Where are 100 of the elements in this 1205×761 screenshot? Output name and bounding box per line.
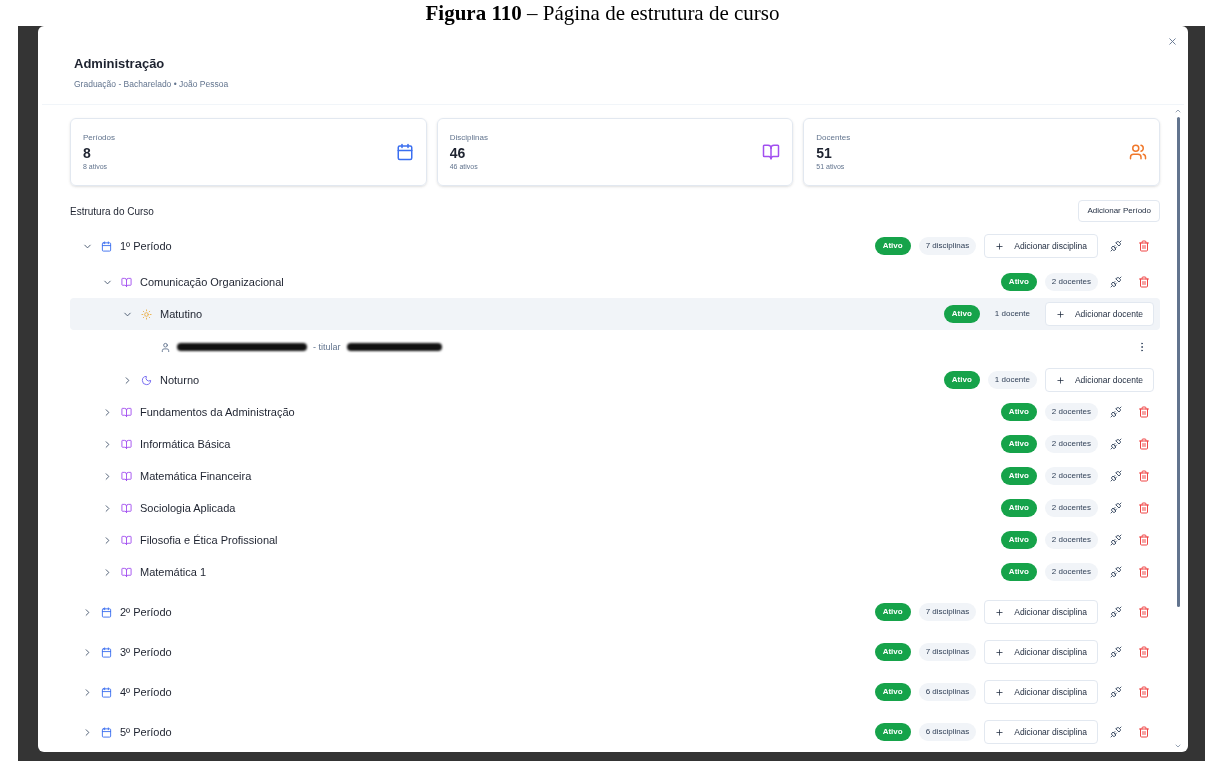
plug-icon bbox=[1110, 566, 1122, 579]
add-button[interactable]: Adicionar docente bbox=[1044, 302, 1154, 327]
book-icon bbox=[121, 566, 132, 578]
status-badge: Ativo bbox=[874, 723, 911, 742]
modal-subtitle: Graduação - Bacharelado • João Pessoa bbox=[74, 77, 230, 91]
status-badge: Ativo bbox=[1000, 563, 1037, 582]
status-badge: Ativo bbox=[1000, 499, 1037, 518]
plus-icon bbox=[1055, 309, 1065, 319]
figure-caption: Figura 110 – Página de estrutura de curso bbox=[425, 0, 780, 26]
status-badge: Ativo bbox=[874, 683, 911, 702]
plus-icon bbox=[1055, 375, 1065, 385]
trash-icon bbox=[1138, 686, 1150, 699]
section-title: Estrutura do Curso bbox=[70, 204, 154, 219]
plug-icon bbox=[1110, 606, 1122, 619]
book-icon bbox=[121, 276, 132, 288]
add-button[interactable]: Adicionar disciplina bbox=[984, 680, 1098, 705]
plug-icon bbox=[1110, 502, 1122, 515]
calendar-icon bbox=[101, 240, 112, 252]
count-badge: 2 docentes bbox=[1044, 273, 1098, 292]
count-badge: 6 disciplinas bbox=[918, 723, 977, 742]
calendar-icon bbox=[101, 646, 112, 658]
tree-item-label[interactable]: Matemática Financeira bbox=[140, 468, 252, 485]
plug-icon bbox=[1110, 470, 1122, 483]
tree-item-label[interactable]: 2º Período bbox=[120, 604, 172, 621]
stat-label: Docentes bbox=[816, 132, 851, 144]
close-button[interactable] bbox=[1167, 36, 1178, 47]
calendar-icon bbox=[395, 143, 414, 162]
status-badge: Ativo bbox=[943, 305, 980, 324]
count-badge: 7 disciplinas bbox=[918, 603, 977, 622]
modal-title: Administração bbox=[74, 55, 166, 73]
plug-icon bbox=[1110, 276, 1122, 289]
count-badge: 7 disciplinas bbox=[918, 237, 977, 256]
plus-icon bbox=[995, 241, 1005, 251]
count-badge: 1 docente bbox=[987, 371, 1037, 390]
teacher-role: - titular bbox=[313, 340, 341, 354]
count-badge: 2 docentes bbox=[1044, 403, 1098, 422]
close-icon bbox=[1167, 36, 1178, 47]
trash-icon bbox=[1138, 438, 1150, 451]
user-icon bbox=[160, 341, 171, 353]
stat-value: 51 bbox=[816, 144, 833, 162]
trash-icon bbox=[1138, 534, 1150, 547]
tree-item-label[interactable]: 1º Período bbox=[120, 238, 172, 255]
tree-item-label[interactable]: 3º Período bbox=[120, 644, 172, 661]
tree-item-label[interactable]: Matutino bbox=[160, 306, 203, 323]
plus-icon bbox=[995, 647, 1005, 657]
plus-icon bbox=[995, 607, 1005, 617]
status-badge: Ativo bbox=[874, 643, 911, 662]
add-button[interactable]: Adicionar disciplina bbox=[984, 640, 1098, 665]
scrollbar-thumb[interactable] bbox=[1176, 117, 1180, 608]
tree-item-label[interactable]: Comunicação Organizacional bbox=[140, 274, 284, 291]
calendar-icon bbox=[101, 726, 112, 738]
status-badge: Ativo bbox=[1000, 435, 1037, 454]
users-icon bbox=[1129, 143, 1147, 162]
stat-label: Disciplinas bbox=[449, 132, 488, 144]
stat-value: 8 bbox=[83, 144, 92, 162]
count-badge: 6 disciplinas bbox=[918, 683, 977, 702]
moon-icon bbox=[141, 374, 152, 386]
tree-item-label[interactable]: Fundamentos da Administração bbox=[140, 404, 295, 421]
sun-icon bbox=[141, 308, 152, 320]
plug-icon bbox=[1110, 646, 1122, 659]
plug-icon bbox=[1110, 686, 1122, 699]
trash-icon bbox=[1138, 276, 1150, 289]
calendar-icon bbox=[101, 686, 112, 698]
plus-icon bbox=[995, 727, 1005, 737]
count-badge: 2 docentes bbox=[1044, 435, 1098, 454]
tree-item-label[interactable]: Matemática 1 bbox=[140, 564, 207, 581]
add-button[interactable]: Adicionar disciplina bbox=[984, 720, 1098, 745]
count-badge: 2 docentes bbox=[1044, 499, 1098, 518]
book-icon bbox=[121, 534, 132, 546]
status-badge: Ativo bbox=[1000, 273, 1037, 292]
book-icon bbox=[121, 502, 132, 514]
plug-icon bbox=[1110, 438, 1122, 451]
trash-icon bbox=[1138, 726, 1150, 739]
calendar-icon bbox=[101, 606, 112, 618]
plug-icon bbox=[1110, 534, 1122, 547]
count-badge: 2 docentes bbox=[1044, 531, 1098, 550]
add-period-button[interactable]: Adicionar Período bbox=[1078, 200, 1160, 223]
tree-item-label[interactable]: 4º Período bbox=[120, 684, 172, 701]
plug-icon bbox=[1110, 726, 1122, 739]
plus-icon bbox=[995, 687, 1005, 697]
add-button[interactable]: Adicionar disciplina bbox=[984, 234, 1098, 259]
tree-item-label[interactable]: 5º Período bbox=[120, 724, 172, 741]
trash-icon bbox=[1138, 606, 1150, 619]
status-badge: Ativo bbox=[874, 237, 911, 256]
book-icon bbox=[121, 438, 132, 450]
stat-label: Períodos bbox=[83, 132, 116, 144]
trash-icon bbox=[1138, 240, 1150, 253]
tree-item-label[interactable]: Sociologia Aplicada bbox=[140, 500, 236, 517]
tree-item-label[interactable]: Informática Básica bbox=[140, 436, 231, 453]
status-badge: Ativo bbox=[943, 371, 980, 390]
tree-item-label[interactable]: Noturno bbox=[160, 372, 200, 389]
add-button[interactable]: Adicionar disciplina bbox=[984, 600, 1098, 625]
tree-item-label[interactable]: Filosofia e Ética Profissional bbox=[140, 532, 278, 549]
book-icon bbox=[121, 406, 132, 418]
add-button[interactable]: Adicionar docente bbox=[1044, 368, 1154, 393]
trash-icon bbox=[1138, 566, 1150, 579]
trash-icon bbox=[1138, 646, 1150, 659]
stat-value: 46 bbox=[449, 144, 467, 162]
plug-icon bbox=[1110, 406, 1122, 419]
trash-icon bbox=[1138, 406, 1150, 419]
